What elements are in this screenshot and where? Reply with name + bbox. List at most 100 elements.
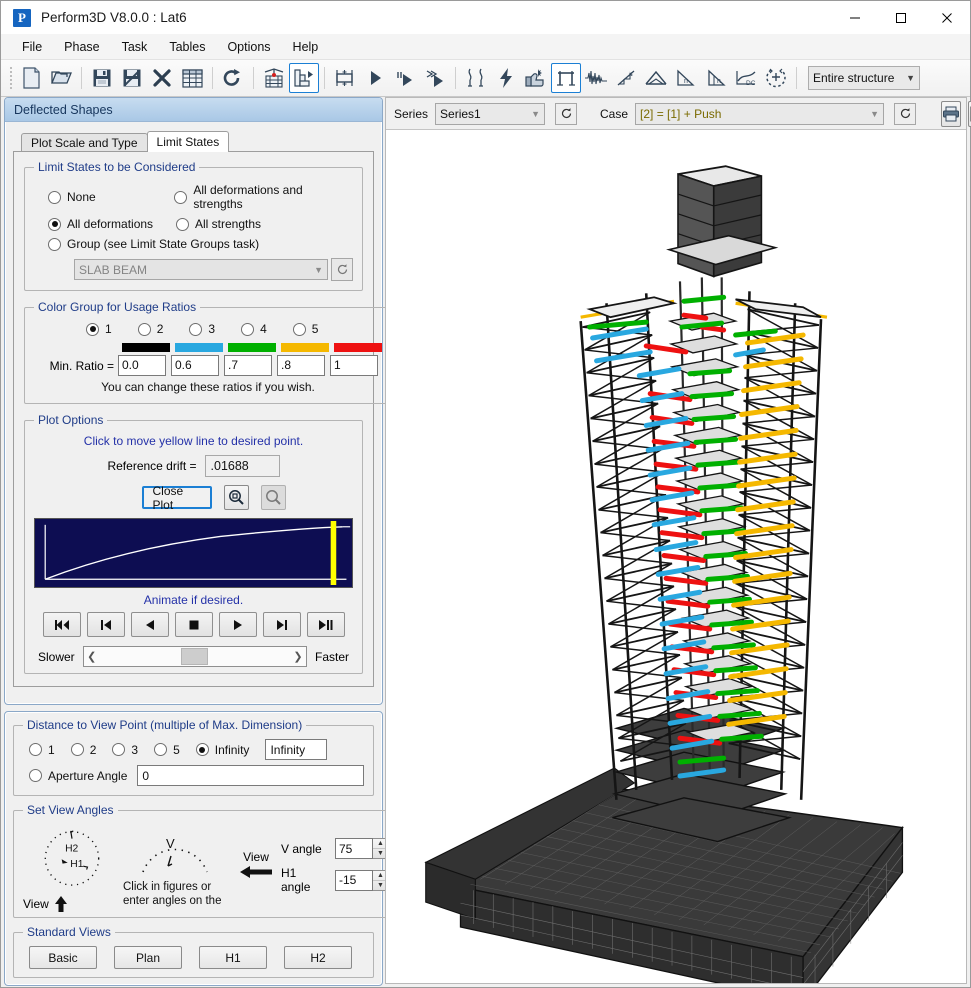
min-ratio-input-4[interactable]: .8 bbox=[277, 355, 325, 376]
standard-view-basic-button[interactable]: Basic bbox=[29, 946, 97, 969]
pushover-curve-plot[interactable] bbox=[34, 518, 353, 588]
min-ratio-input-2[interactable]: 0.6 bbox=[171, 355, 219, 376]
limit-state-group-select[interactable]: SLAB BEAM ▼ bbox=[74, 259, 328, 280]
minimize-button[interactable] bbox=[832, 1, 878, 34]
standard-view-plan-button[interactable]: Plan bbox=[114, 946, 182, 969]
limit-states-legend: Limit States to be Considered bbox=[34, 160, 199, 174]
case-select[interactable]: [2] = [1] + Push ▼ bbox=[635, 103, 884, 125]
frame-nodes-icon[interactable] bbox=[330, 63, 360, 93]
distance-radio-1[interactable]: 1 bbox=[29, 743, 55, 757]
save-icon[interactable] bbox=[87, 63, 117, 93]
menu-tables[interactable]: Tables bbox=[158, 37, 216, 57]
v-angle-input[interactable]: 75 bbox=[335, 838, 373, 859]
tab-plot-scale-and-type[interactable]: Plot Scale and Type bbox=[21, 133, 148, 152]
menu-phase[interactable]: Phase bbox=[53, 37, 110, 57]
series-select[interactable]: Series1 ▼ bbox=[435, 103, 545, 125]
response-curve-icon[interactable]: n bbox=[671, 63, 701, 93]
structure-scope-select[interactable]: Entire structure ▼ bbox=[808, 66, 920, 90]
fast-forward-icon[interactable] bbox=[420, 63, 450, 93]
target-cycle-icon[interactable] bbox=[761, 63, 791, 93]
demand-curve-icon[interactable]: n bbox=[701, 63, 731, 93]
slider-thumb[interactable] bbox=[181, 648, 208, 665]
radio-none[interactable]: None bbox=[48, 190, 174, 204]
deflected-shapes-icon[interactable] bbox=[289, 63, 319, 93]
distance-radio-infinity[interactable]: Infinity bbox=[196, 743, 250, 757]
close-button[interactable] bbox=[924, 1, 970, 34]
distance-radio-2[interactable]: 2 bbox=[71, 743, 97, 757]
play-icon[interactable] bbox=[219, 612, 257, 637]
zoom-in-icon[interactable] bbox=[224, 485, 249, 510]
radio-all-deformations[interactable]: All deformations bbox=[48, 217, 176, 231]
refresh-icon[interactable] bbox=[331, 258, 353, 281]
step-forward-icon[interactable] bbox=[263, 612, 301, 637]
menu-options[interactable]: Options bbox=[216, 37, 281, 57]
run-refresh-icon[interactable] bbox=[218, 63, 248, 93]
deflected-shape-3d-model[interactable] bbox=[386, 131, 966, 983]
dc-ratio-icon[interactable]: DC bbox=[731, 63, 761, 93]
color-group-radio-3[interactable]: 3 bbox=[189, 322, 215, 336]
menu-help[interactable]: Help bbox=[282, 37, 330, 57]
aperture-angle-input[interactable]: 0 bbox=[137, 765, 364, 786]
standard-view-h1-button[interactable]: H1 bbox=[199, 946, 267, 969]
deflected-shape-plot-icon[interactable] bbox=[551, 63, 581, 93]
aperture-angle-radio[interactable]: Aperture Angle bbox=[29, 769, 127, 783]
dial-view-label: View bbox=[23, 897, 49, 911]
menu-file[interactable]: File bbox=[11, 37, 53, 57]
zoom-out-icon[interactable] bbox=[261, 485, 286, 510]
maximize-button[interactable] bbox=[878, 1, 924, 34]
structure-model-icon[interactable] bbox=[259, 63, 289, 93]
radio-group[interactable]: Group (see Limit State Groups task) bbox=[48, 237, 259, 251]
color-group-radio-1[interactable]: 1 bbox=[86, 322, 112, 336]
skip-to-start-icon[interactable] bbox=[43, 612, 81, 637]
v-angle-dial[interactable]: V Click in figures or enter angles on th… bbox=[123, 824, 231, 908]
play-reverse-icon[interactable] bbox=[131, 612, 169, 637]
toolbar-grip[interactable] bbox=[7, 66, 14, 90]
print-icon[interactable] bbox=[941, 101, 961, 127]
table-grid-icon[interactable] bbox=[177, 63, 207, 93]
color-group-radio-2[interactable]: 2 bbox=[138, 322, 164, 336]
radio-all-strengths[interactable]: All strengths bbox=[176, 217, 261, 231]
delete-x-icon[interactable] bbox=[147, 63, 177, 93]
open-folder-icon[interactable] bbox=[46, 63, 76, 93]
new-file-icon[interactable] bbox=[16, 63, 46, 93]
chevron-down-icon: ▼ bbox=[314, 265, 323, 275]
step-back-to-start-icon[interactable] bbox=[87, 612, 125, 637]
pause-step-icon[interactable] bbox=[390, 63, 420, 93]
series-refresh-icon[interactable] bbox=[555, 103, 577, 125]
distance-radio-3[interactable]: 3 bbox=[112, 743, 138, 757]
color-group-radio-4[interactable]: 4 bbox=[241, 322, 267, 336]
stop-icon[interactable] bbox=[175, 612, 213, 637]
case-refresh-icon[interactable] bbox=[894, 103, 916, 125]
window-controls bbox=[832, 1, 970, 34]
slider-left-arrow-icon[interactable]: ❮ bbox=[84, 650, 100, 663]
energy-bolt-icon[interactable] bbox=[491, 63, 521, 93]
save-as-icon[interactable] bbox=[117, 63, 147, 93]
radio-dot bbox=[86, 323, 99, 336]
play-icon[interactable] bbox=[360, 63, 390, 93]
min-ratio-input-1[interactable]: 0.0 bbox=[118, 355, 166, 376]
min-ratio-input-3[interactable]: .7 bbox=[224, 355, 272, 376]
h-angle-dial[interactable]: H2 H1 View bbox=[23, 824, 119, 913]
distance-value-input[interactable]: Infinity bbox=[265, 739, 327, 760]
play-to-end-icon[interactable] bbox=[307, 612, 345, 637]
standard-view-h2-button[interactable]: H2 bbox=[284, 946, 352, 969]
capacity-spectrum-icon[interactable] bbox=[641, 63, 671, 93]
usage-ratio-icon[interactable] bbox=[521, 63, 551, 93]
menu-task[interactable]: Task bbox=[111, 37, 159, 57]
min-ratio-input-5[interactable]: 1 bbox=[330, 355, 378, 376]
distance-radio-5[interactable]: 5 bbox=[154, 743, 180, 757]
reference-drift-input[interactable]: .01688 bbox=[205, 455, 280, 477]
color-group-radio-5[interactable]: 5 bbox=[293, 322, 319, 336]
elements-icon[interactable] bbox=[461, 63, 491, 93]
pushover-icon[interactable] bbox=[611, 63, 641, 93]
h1-angle-input[interactable]: -15 bbox=[335, 870, 373, 891]
radio-all-deformations-and-strengths[interactable]: All deformations and strengths bbox=[174, 183, 353, 211]
v-angle-spinner[interactable]: 75 ▲ ▼ bbox=[335, 838, 389, 859]
radio-dot bbox=[174, 191, 187, 204]
time-history-icon[interactable] bbox=[581, 63, 611, 93]
animation-speed-slider[interactable]: ❮ ❯ bbox=[83, 646, 307, 667]
slider-right-arrow-icon[interactable]: ❯ bbox=[290, 650, 306, 663]
h1-angle-spinner[interactable]: -15 ▲ ▼ bbox=[335, 870, 389, 891]
tab-limit-states[interactable]: Limit States bbox=[147, 131, 230, 152]
close-plot-button[interactable]: Close Plot bbox=[142, 486, 212, 509]
